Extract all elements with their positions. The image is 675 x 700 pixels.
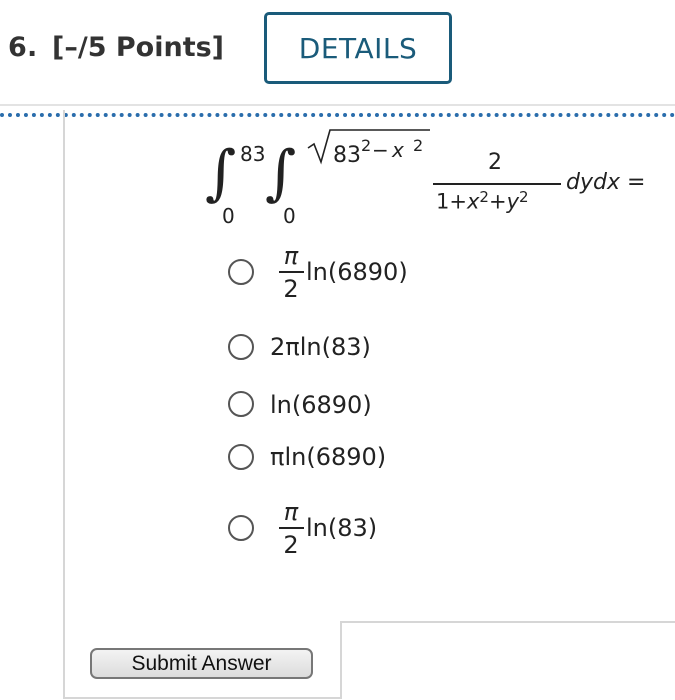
outer-lower-limit: 0 [222, 204, 235, 228]
sqrt-var: x [392, 138, 404, 162]
question-number: 6. [8, 32, 38, 63]
option-radio-1[interactable] [228, 259, 254, 285]
option-5-label: ln(83) [306, 514, 378, 542]
question-points: [–/5 Points] [52, 32, 225, 63]
inner-lower-limit: 0 [283, 204, 296, 228]
option-5-frac-line [279, 527, 304, 529]
submit-answer-button[interactable]: Submit Answer [90, 648, 313, 679]
header-divider [0, 104, 675, 106]
panel-border-left [63, 110, 65, 698]
option-2-label: ln(83) [299, 333, 371, 361]
option-radio-4[interactable] [228, 444, 254, 470]
option-4-label: ln(6890) [284, 443, 387, 471]
option-radio-2[interactable] [228, 334, 254, 360]
option-1-label: ln(6890) [306, 258, 408, 286]
panel-border-bottom [63, 697, 341, 699]
dotted-divider [0, 113, 675, 117]
option-radio-5[interactable] [228, 515, 254, 541]
option-1-frac-den: 2 [283, 275, 299, 303]
sqrt-base-exp: 2 [361, 136, 372, 155]
option-2-prefix: 2πln(83) [270, 333, 371, 361]
details-button[interactable]: DETAILS [264, 12, 452, 84]
outer-upper-limit: 83 [240, 142, 266, 166]
panel-border-notch-horizontal [340, 621, 675, 623]
integrand-numerator: 2 [488, 150, 502, 175]
option-3-label: ln(6890) [270, 391, 372, 419]
option-1-frac-line [279, 271, 304, 273]
outer-integral-sign: ∫ [205, 138, 237, 208]
inner-integral-sign: ∫ [265, 138, 297, 208]
question-header: 6. [–/5 Points] DETAILS [0, 0, 675, 105]
panel-border-notch-vertical [340, 622, 342, 699]
option-5-frac-num: π [283, 498, 299, 526]
sqrt-var-exp: 2 [413, 136, 424, 155]
option-radio-3[interactable] [228, 391, 254, 417]
differential: dydx = [566, 170, 646, 195]
option-5-frac-den: 2 [283, 531, 299, 559]
integrand-fraction-line [433, 183, 561, 185]
sqrt-minus: − [372, 138, 389, 162]
option-4-prefix: πln(6890) [270, 443, 387, 471]
integrand-denominator: 1+x2+y2 [436, 188, 529, 214]
option-1-frac-num: π [283, 242, 299, 270]
sqrt-base: 83 [333, 143, 361, 168]
